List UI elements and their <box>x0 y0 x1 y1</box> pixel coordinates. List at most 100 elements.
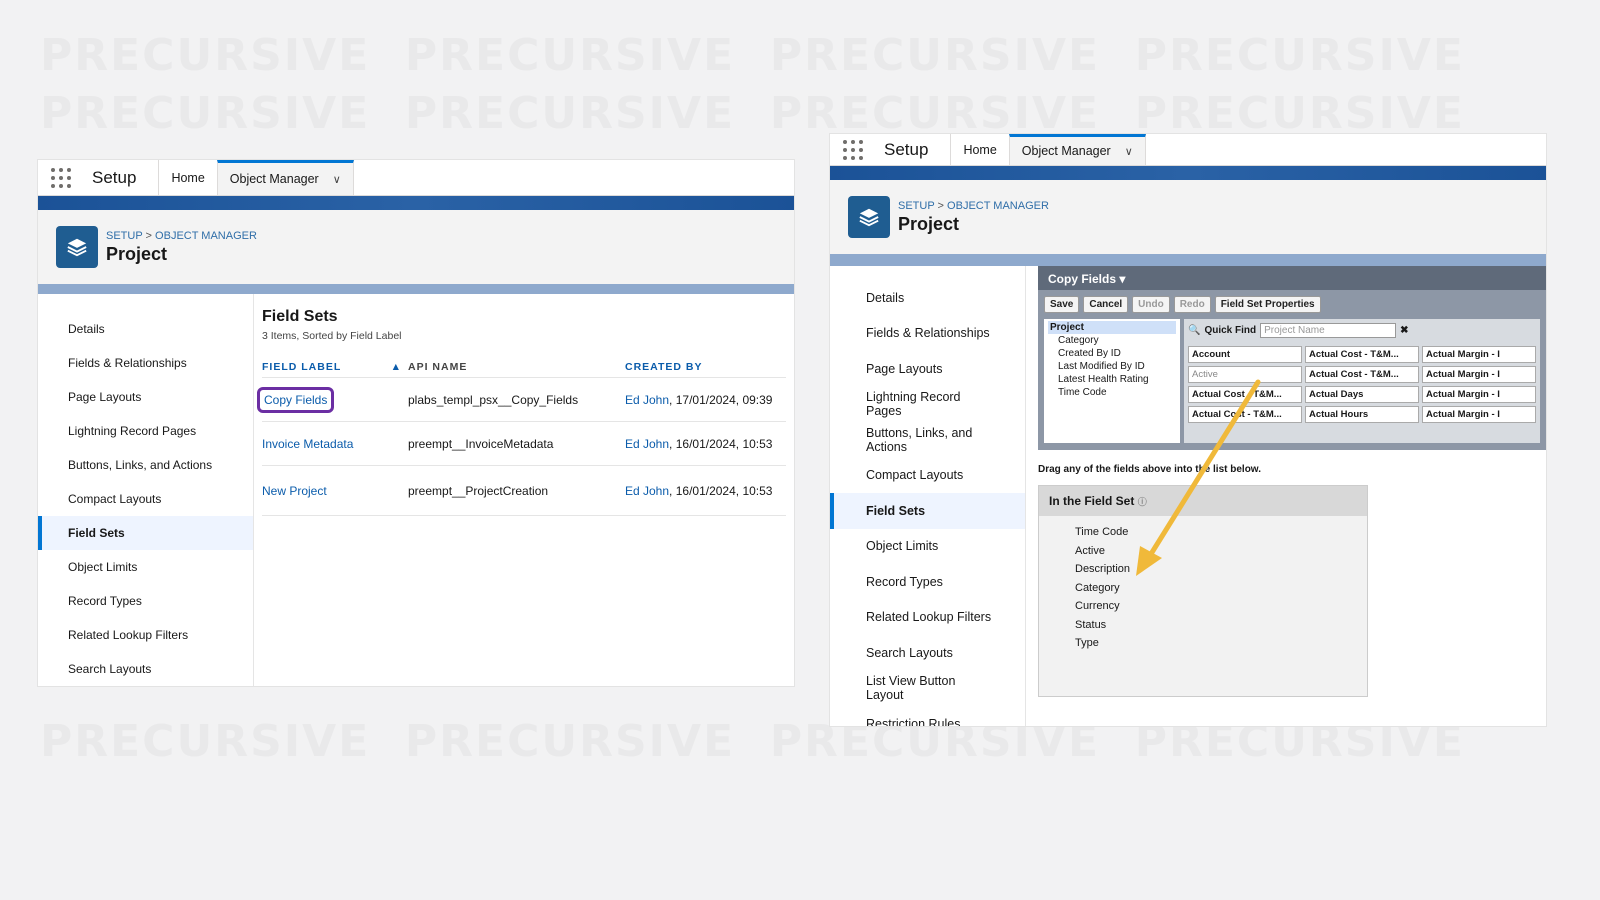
user-link[interactable]: Ed John <box>625 437 669 451</box>
watermark-row: PRECURSIVE PRECURSIVE PRECURSIVE PRECURS… <box>40 88 1465 139</box>
column-header-created[interactable]: CREATED BY <box>625 361 702 373</box>
copy-fields-link[interactable]: Copy Fields <box>257 386 335 413</box>
created-date: , 16/01/2024, 10:53 <box>669 436 773 451</box>
tab-home[interactable]: Home <box>159 160 216 195</box>
table-row: Copy Fields plabs_templ_psx__Copy_Fields… <box>257 378 786 422</box>
object-header: SETUP > OBJECT MANAGER Project <box>38 210 794 294</box>
field-set-item[interactable]: Type <box>1075 637 1367 656</box>
watermark-text: PRECURSIVE <box>769 88 1101 139</box>
list-item[interactable]: Category <box>1048 334 1176 347</box>
crumb-setup[interactable]: SETUP <box>898 200 934 212</box>
quick-find: 🔍 Quick Find Project Name ✖ <box>1188 323 1536 338</box>
sidebar-item-page-layouts[interactable]: Page Layouts <box>830 351 1025 387</box>
field-set-item[interactable]: Status <box>1075 619 1367 638</box>
watermark-text: PRECURSIVE <box>40 30 371 81</box>
save-button[interactable]: Save <box>1044 296 1080 313</box>
sidebar-item-fields[interactable]: Fields & Relationships <box>830 316 1025 352</box>
app-launcher-icon[interactable] <box>830 134 876 165</box>
sidebar-item-object-limits[interactable]: Object Limits <box>38 550 253 584</box>
field-tile[interactable]: Actual Hours <box>1305 406 1419 423</box>
chevron-down-icon[interactable]: ∨ <box>333 173 341 186</box>
crumb-object-manager[interactable]: OBJECT MANAGER <box>947 200 1049 212</box>
field-tile[interactable]: Actual Margin - I <box>1422 386 1536 403</box>
watermark-text: PRECURSIVE <box>1134 88 1465 139</box>
field-tile[interactable]: Account <box>1188 346 1302 363</box>
sidebar-item-details[interactable]: Details <box>38 312 253 346</box>
field-tile[interactable]: Actual Cost - T&M... <box>1305 346 1419 363</box>
list-item[interactable]: Last Modified By ID <box>1048 360 1176 373</box>
crumb-separator: > <box>145 229 152 242</box>
new-project-link[interactable]: New Project <box>262 484 408 498</box>
drag-hint: Drag any of the fields above into the li… <box>1038 464 1261 475</box>
caret-down-icon[interactable]: ▾ <box>1119 272 1125 286</box>
field-set-properties-button[interactable]: Field Set Properties <box>1214 296 1321 313</box>
created-by-cell: Ed John, 17/01/2024, 09:39 <box>625 393 772 407</box>
page-title: Project <box>106 243 168 264</box>
field-tile[interactable]: Actual Cost - T&M... <box>1305 366 1419 383</box>
created-date: , 17/01/2024, 09:39 <box>669 392 773 407</box>
list-item[interactable]: Created By ID <box>1048 347 1176 360</box>
sidebar-item-object-limits[interactable]: Object Limits <box>830 529 1025 565</box>
watermark-text: PRECURSIVE <box>404 88 736 139</box>
quick-find-input[interactable]: Project Name <box>1260 323 1397 338</box>
editor-palette: Save Cancel Undo Redo Field Set Properti… <box>1038 290 1546 450</box>
field-set-item[interactable]: Currency <box>1075 600 1367 619</box>
sidebar-item-lookup-filters[interactable]: Related Lookup Filters <box>830 600 1025 636</box>
sidebar-item-lightning-pages[interactable]: Lightning Record Pages <box>38 414 253 448</box>
sidebar-item-page-layouts[interactable]: Page Layouts <box>38 380 253 414</box>
column-label-text: FIELD LABEL <box>262 360 342 373</box>
field-tile[interactable]: Actual Margin - I <box>1422 406 1536 423</box>
field-tile[interactable]: Actual Margin - I <box>1422 366 1536 383</box>
app-name: Setup <box>876 134 952 165</box>
user-link[interactable]: Ed John <box>625 393 669 407</box>
field-tile[interactable]: Actual Days <box>1305 386 1419 403</box>
sidebar-item-lookup-filters[interactable]: Related Lookup Filters <box>38 618 253 652</box>
object-header: SETUP > OBJECT MANAGER Project <box>830 180 1546 266</box>
sidebar-item-details[interactable]: Details <box>830 280 1025 316</box>
sidebar-item-record-types[interactable]: Record Types <box>830 564 1025 600</box>
crumb-separator: > <box>937 199 944 212</box>
sidebar-item-field-sets[interactable]: Field Sets <box>38 516 253 550</box>
api-name-cell: plabs_templ_psx__Copy_Fields <box>408 392 579 407</box>
table-header: FIELD LABEL ▲ API NAME CREATED BY <box>262 356 786 378</box>
sidebar-item-buttons[interactable]: Buttons, Links, and Actions <box>830 422 1025 458</box>
global-nav: Setup Home Object Manager ∨ <box>38 160 794 196</box>
column-header-api[interactable]: API NAME <box>408 361 625 373</box>
sidebar-item-compact-layouts[interactable]: Compact Layouts <box>830 458 1025 494</box>
watermark-text: PRECURSIVE <box>404 30 736 81</box>
watermark-text: PRECURSIVE <box>769 30 1101 81</box>
sidebar-item-fields[interactable]: Fields & Relationships <box>38 346 253 380</box>
tab-home[interactable]: Home <box>951 134 1008 165</box>
field-set-item[interactable]: Category <box>1075 582 1367 601</box>
invoice-metadata-link[interactable]: Invoice Metadata <box>262 437 408 451</box>
sidebar-item-buttons[interactable]: Buttons, Links, and Actions <box>38 448 253 482</box>
tab-object-manager[interactable]: Object Manager ∨ <box>1008 134 1146 165</box>
tab-object-manager[interactable]: Object Manager ∨ <box>216 160 354 195</box>
sidebar-item-restriction-rules[interactable]: Restriction Rules <box>830 706 1025 726</box>
sidebar-item-field-sets[interactable]: Field Sets <box>830 493 1025 529</box>
list-item[interactable]: Project <box>1048 321 1176 334</box>
sidebar-item-search-layouts[interactable]: Search Layouts <box>38 652 253 686</box>
redo-button[interactable]: Redo <box>1173 296 1211 313</box>
app-launcher-icon[interactable] <box>38 160 84 195</box>
sidebar-item-lightning-pages[interactable]: Lightning Record Pages <box>830 387 1025 423</box>
crumb-object-manager[interactable]: OBJECT MANAGER <box>155 230 257 242</box>
cancel-button[interactable]: Cancel <box>1083 296 1129 313</box>
column-header-label[interactable]: FIELD LABEL ▲ <box>262 361 408 373</box>
sidebar-item-list-view-button-layout[interactable]: List View Button Layout <box>830 671 1025 707</box>
watermark-text: PRECURSIVE <box>40 88 371 139</box>
api-name-cell: preempt__ProjectCreation <box>408 483 549 498</box>
sidebar-item-record-types[interactable]: Record Types <box>38 584 253 618</box>
editor-title: Copy Fields <box>1048 272 1117 286</box>
chevron-down-icon[interactable]: ∨ <box>1125 145 1133 158</box>
undo-button[interactable]: Undo <box>1132 296 1170 313</box>
sidebar-item-compact-layouts[interactable]: Compact Layouts <box>38 482 253 516</box>
created-date: , 16/01/2024, 10:53 <box>669 483 773 498</box>
field-sets-panel: Field Sets 3 Items, Sorted by Field Labe… <box>254 294 794 686</box>
sidebar-item-search-layouts[interactable]: Search Layouts <box>830 635 1025 671</box>
user-link[interactable]: Ed John <box>625 484 669 498</box>
sort-up-icon: ▲ <box>390 360 402 373</box>
clear-icon[interactable]: ✖ <box>1400 325 1408 336</box>
crumb-setup[interactable]: SETUP <box>106 230 142 242</box>
field-tile[interactable]: Actual Margin - I <box>1422 346 1536 363</box>
